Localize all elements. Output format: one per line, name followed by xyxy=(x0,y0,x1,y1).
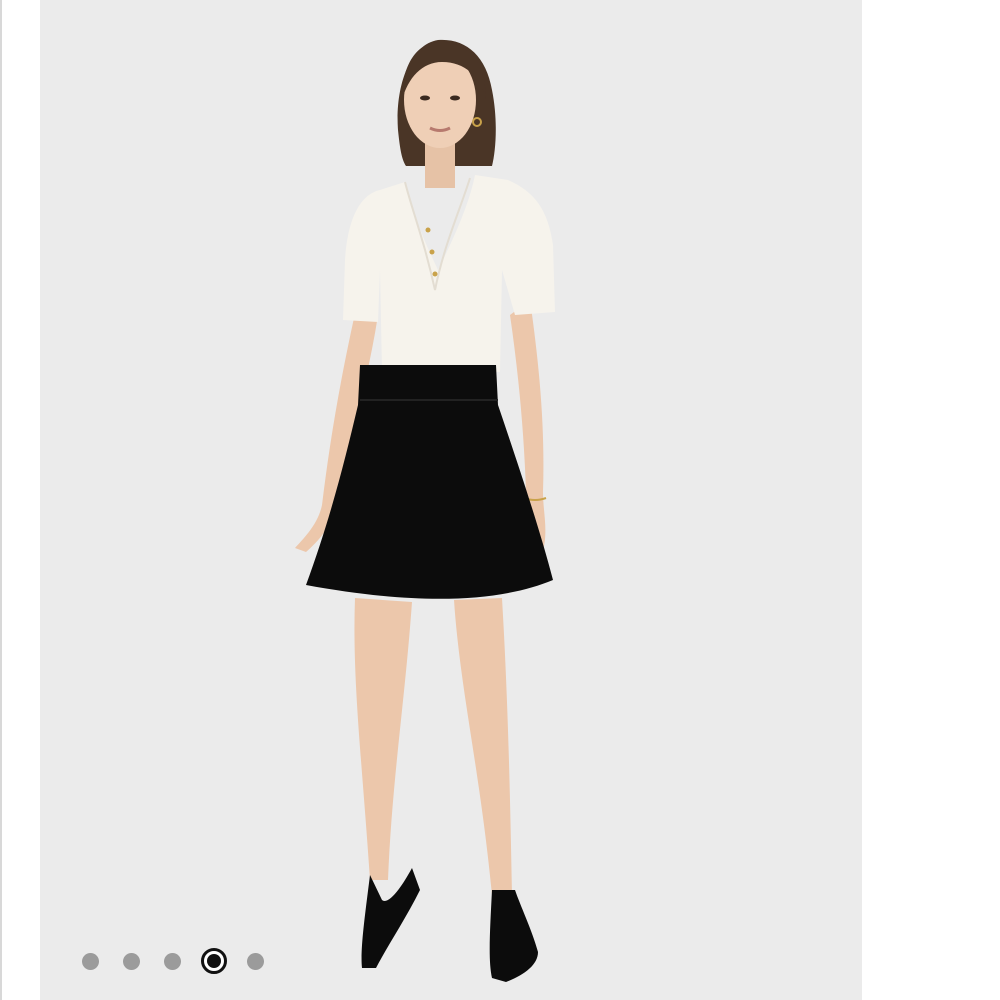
carousel-dot-4-active[interactable] xyxy=(201,948,227,974)
carousel-dot-2[interactable] xyxy=(123,952,140,970)
carousel-dot-1[interactable] xyxy=(82,952,99,970)
carousel-dot-3[interactable] xyxy=(164,952,181,970)
product-photo xyxy=(295,39,555,982)
carousel-pagination xyxy=(82,945,288,977)
product-image-gallery[interactable] xyxy=(40,0,862,1000)
carousel-dot-5[interactable] xyxy=(247,952,264,970)
